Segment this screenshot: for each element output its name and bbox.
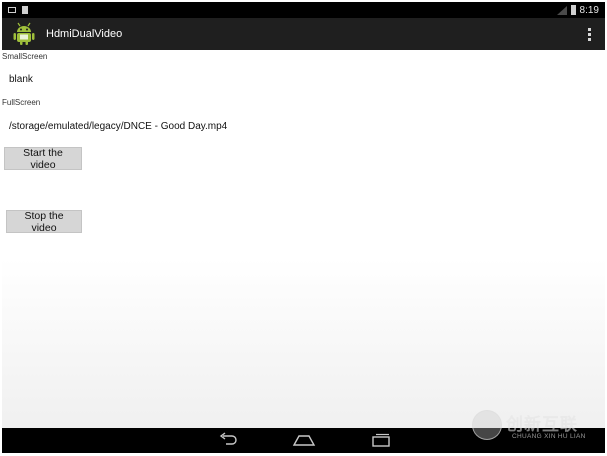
main-content: SmallScreen blank FullScreen /storage/em… [2,50,605,428]
full-screen-label: FullScreen [2,98,41,107]
screen: 8:19 HdmiDualVideo SmallScreen blank Ful… [0,0,607,456]
sd-card-notification-icon [22,6,28,14]
watermark-title: 创新互联 [506,415,578,435]
overflow-menu-icon[interactable] [588,27,591,41]
status-bar: 8:19 [2,2,605,18]
watermark-circle-icon [472,410,502,440]
small-screen-value: blank [9,74,33,85]
app-title: HdmiDualVideo [46,28,123,40]
status-indicators: 8:19 [556,4,599,16]
android-icon[interactable] [12,22,36,46]
signal-icon [556,5,567,15]
recents-icon[interactable] [370,432,392,453]
small-screen-label: SmallScreen [2,52,48,61]
action-bar: HdmiDualVideo [2,18,605,50]
home-icon[interactable] [292,432,316,453]
stop-video-button[interactable]: Stop the video [6,210,82,234]
gallery-notification-icon [8,7,16,13]
status-notifications [8,6,28,14]
watermark-logo: 创新互联 CHUANG XIN HU LIAN [470,408,604,446]
start-video-button[interactable]: Start the video [4,147,82,171]
watermark-subtitle: CHUANG XIN HU LIAN [512,433,586,440]
back-icon[interactable] [217,432,239,453]
battery-icon [570,5,576,15]
full-screen-value: /storage/emulated/legacy/DNCE - Good Day… [9,121,228,132]
status-time: 8:19 [579,4,599,16]
